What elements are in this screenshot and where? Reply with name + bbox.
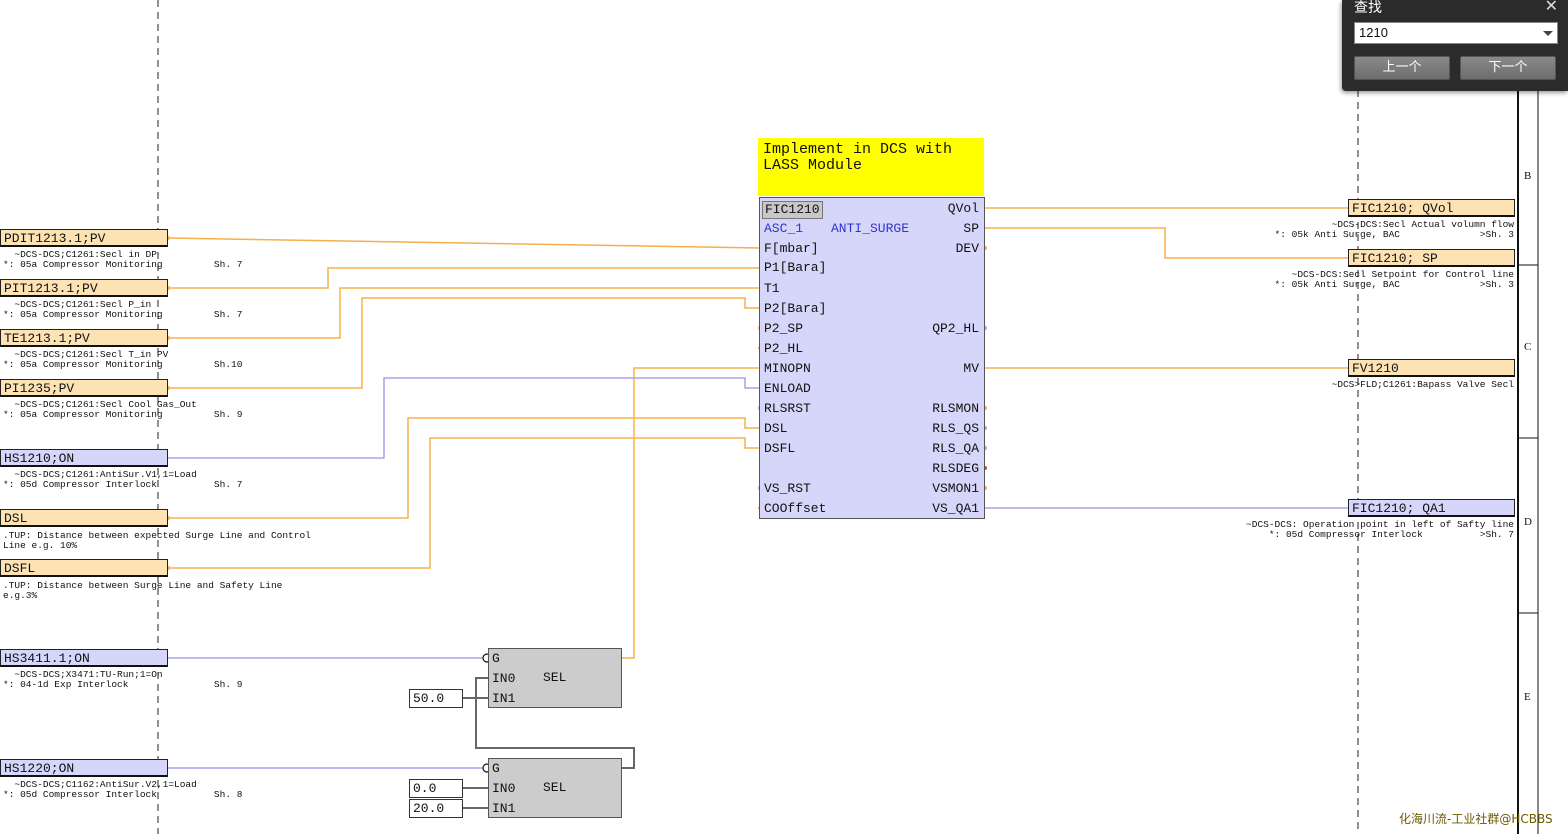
pin-output[interactable]: RLS_QS xyxy=(932,421,979,437)
signal-tag-hs3411[interactable]: HS3411.1;ON xyxy=(0,649,168,667)
signal-tag-hs1220[interactable]: HS1220;ON xyxy=(0,759,168,777)
zone-label: B xyxy=(1524,170,1532,182)
pin-input[interactable]: P2_SP xyxy=(764,321,803,337)
close-icon[interactable]: ✕ xyxy=(1545,0,1558,15)
pin-input[interactable]: COOffset xyxy=(764,501,826,517)
pin-input[interactable]: P2_HL xyxy=(764,341,803,357)
constant-input[interactable]: 50.0 xyxy=(409,689,463,708)
signal-tag-dsfl[interactable]: DSFL xyxy=(0,559,168,577)
find-previous-button[interactable]: 上一个 xyxy=(1354,56,1450,80)
sel-pin-in1: IN1 xyxy=(492,801,516,816)
signal-note: ~DCS-DCS;X3471:TU-Run;1=On *: 04-1d Exp … xyxy=(3,669,243,690)
pin-output[interactable]: QVol xyxy=(948,201,979,217)
watermark: 化海川流-工业社群@HCBBS xyxy=(1399,812,1553,826)
chevron-down-icon[interactable] xyxy=(1543,31,1553,36)
signal-note: ~DCS-DCS:Secl Setpoint for Control line … xyxy=(1274,269,1514,290)
block-name: ANTI_SURGE xyxy=(831,221,910,236)
sel-type: SEL xyxy=(543,670,567,685)
signal-note: ~DCS-DCS: Operation point in left of Saf… xyxy=(1246,519,1514,540)
pin-output[interactable]: RLS_QA xyxy=(932,441,979,457)
pin-input[interactable]: VS_RST xyxy=(764,481,811,497)
signal-note: ~DCS-DCS;C1261:Secl P_in *: 05a Compress… xyxy=(3,299,243,320)
signal-tag-dsl[interactable]: DSL xyxy=(0,509,168,527)
block-tag[interactable]: FIC1210 xyxy=(762,201,823,219)
pin-input[interactable]: P1[Bara] xyxy=(764,260,826,276)
sel-pin-in1: IN1 xyxy=(492,691,516,706)
block-type: ASC_1 xyxy=(764,221,804,236)
find-dialog-title: 查找 xyxy=(1354,0,1382,15)
sel-type: SEL xyxy=(543,780,567,795)
signal-tag-te1213[interactable]: TE1213.1;PV xyxy=(0,329,168,347)
signal-tag-fic1210-sp[interactable]: FIC1210; SP xyxy=(1348,249,1515,267)
pin-output[interactable]: RLSDEG xyxy=(932,461,979,477)
signal-tag-fv1210[interactable]: FV1210 xyxy=(1348,359,1515,377)
signal-tag-pdit1213[interactable]: PDIT1213.1;PV xyxy=(0,229,168,247)
pin-input[interactable]: DSL xyxy=(764,421,787,437)
pin-output[interactable]: DEV xyxy=(956,241,979,257)
annotation-note: Implement in DCS with LASS Module xyxy=(758,138,984,196)
signal-tag-pit1213[interactable]: PIT1213.1;PV xyxy=(0,279,168,297)
find-query-text: 1210 xyxy=(1359,25,1388,40)
sel-pin-g: G xyxy=(492,651,500,666)
zone-label: D xyxy=(1524,516,1532,528)
pin-output[interactable]: VS_QA1 xyxy=(932,501,979,517)
sel-pin-in0: IN0 xyxy=(492,781,516,796)
signal-note: ~DCS-DCS;C1261:Secl T_in PV *: 05a Compr… xyxy=(3,349,243,370)
pin-output[interactable]: VSMON1 xyxy=(932,481,979,497)
signal-tag-hs1210[interactable]: HS1210;ON xyxy=(0,449,168,467)
signal-note: .TUP: Distance between expected Surge Li… xyxy=(3,530,311,551)
pin-input[interactable]: MINOPN xyxy=(764,361,811,377)
constant-input[interactable]: 0.0 xyxy=(409,779,463,798)
sel-pin-g: G xyxy=(492,761,500,776)
pin-output[interactable]: SP xyxy=(963,221,979,237)
pin-output[interactable]: QP2_HL xyxy=(932,321,979,337)
signal-tag-fic1210-qvol[interactable]: FIC1210; QVol xyxy=(1348,199,1515,217)
signal-note: ~DCS-DCS;C1162:AntiSur.V2,1=Load *: 05d … xyxy=(3,779,243,800)
pin-input[interactable]: F[mbar] xyxy=(764,241,819,257)
constant-input[interactable]: 20.0 xyxy=(409,799,463,818)
pin-output[interactable]: RLSMON xyxy=(932,401,979,417)
signal-note: ~DCS-DCS;C1261:AntiSur.V1,1=Load *: 05d … xyxy=(3,469,243,490)
signal-tag-pi1235[interactable]: PI1235;PV xyxy=(0,379,168,397)
pin-input[interactable]: P2[Bara] xyxy=(764,301,826,317)
pin-output[interactable]: MV xyxy=(963,361,979,377)
find-dialog: 查找 ✕ 1210 上一个 下一个 xyxy=(1342,0,1568,91)
pin-input[interactable]: DSFL xyxy=(764,441,795,457)
signal-tag-fic1210-qa1[interactable]: FIC1210; QA1 xyxy=(1348,499,1515,517)
signal-note: ~DCS-DCS;C1261:Secl Cool Gas_Out *: 05a … xyxy=(3,399,243,420)
pin-input[interactable]: T1 xyxy=(764,281,780,297)
signal-note: ~DCS>FLD;C1261:Bapass Valve Secl xyxy=(1331,379,1514,390)
find-next-button[interactable]: 下一个 xyxy=(1460,56,1556,80)
find-search-input[interactable]: 1210 xyxy=(1354,22,1558,44)
sel-pin-in0: IN0 xyxy=(492,671,516,686)
pin-input[interactable]: RLSRST xyxy=(764,401,811,417)
zone-label: C xyxy=(1524,341,1532,353)
pin-input[interactable]: ENLOAD xyxy=(764,381,811,397)
signal-note: ~DCS-DCS:Secl Actual volumn flow *: 05k … xyxy=(1274,219,1514,240)
zone-label: E xyxy=(1524,691,1531,703)
signal-note: ~DCS-DCS;C1261:Secl in DP *: 05a Compres… xyxy=(3,249,243,270)
signal-note: .TUP: Distance between Surge Line and Sa… xyxy=(3,580,283,601)
